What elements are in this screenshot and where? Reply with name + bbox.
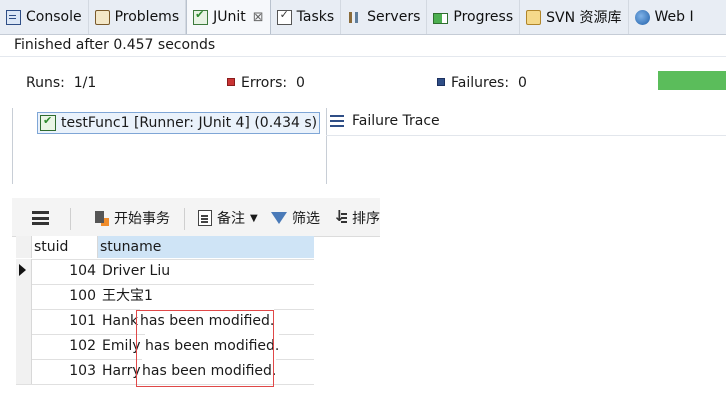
cell-stuname[interactable]: 王大宝1: [102, 284, 153, 309]
tab-progress-label: Progress: [453, 9, 514, 25]
test-passed-icon: [40, 114, 56, 131]
runs-counter: Runs: 1/1: [26, 74, 96, 92]
tab-junit-label: JUnit: [213, 9, 246, 25]
errors-label: Errors:: [241, 75, 288, 91]
junit-counters-panel: [0, 56, 726, 109]
failure-icon: [437, 78, 445, 86]
row-indicator: [16, 259, 32, 284]
cell-stuname[interactable]: Driver Liu: [102, 259, 170, 284]
tab-web[interactable]: Web I: [629, 0, 700, 34]
column-header-stuid[interactable]: stuid: [32, 236, 98, 258]
cell-stuid[interactable]: 101: [32, 309, 96, 334]
tab-tasks[interactable]: Tasks: [271, 0, 342, 34]
filter-label: 筛选: [292, 211, 320, 227]
junit-icon: [193, 8, 209, 25]
tab-console[interactable]: Console: [0, 0, 89, 34]
note-button[interactable]: 备注 ▼: [198, 208, 258, 228]
progress-icon: [433, 12, 449, 24]
tab-problems-label: Problems: [114, 9, 180, 25]
begin-transaction-button[interactable]: 开始事务: [93, 208, 170, 228]
tab-junit[interactable]: JUnit ⊠: [186, 0, 271, 34]
runs-value: 1/1: [73, 75, 97, 91]
servers-icon: [347, 9, 363, 25]
cell-stuname[interactable]: Harry: [102, 359, 141, 384]
failure-trace-header: Failure Trace: [330, 112, 440, 130]
toolbar-separator: [70, 208, 71, 230]
failures-counter: Failures: 0: [437, 74, 527, 92]
row-indicator: [16, 359, 32, 384]
test-tree-item-label: testFunc1 [Runner: JUnit 4] (0.434 s): [61, 115, 318, 131]
sort-button[interactable]: 排序: [333, 208, 380, 228]
tab-servers[interactable]: Servers: [341, 0, 428, 34]
tab-svn-repository[interactable]: SVN 资源库: [520, 0, 629, 34]
view-tab-bar: Console Problems JUnit ⊠ Tasks Servers P…: [0, 0, 726, 35]
begin-transaction-label: 开始事务: [114, 211, 170, 227]
tab-web-label: Web I: [654, 9, 694, 25]
stack-trace-icon: [330, 115, 344, 127]
tasks-icon: [276, 8, 292, 25]
cell-stuname[interactable]: Hank: [102, 309, 138, 334]
tab-svn-label: SVN 资源库: [546, 10, 622, 26]
row-header-corner: [16, 236, 32, 258]
test-progress-bar: [658, 71, 726, 90]
cell-stuid[interactable]: 102: [32, 334, 96, 359]
menu-icon: [32, 211, 49, 225]
data-toolbar: [12, 198, 380, 237]
sort-icon: [333, 208, 347, 226]
status-message: Finished after 0.457 seconds: [14, 37, 216, 53]
tab-tasks-label: Tasks: [296, 9, 335, 25]
note-icon: [198, 210, 212, 226]
failures-label: Failures:: [451, 75, 510, 91]
cell-stuid[interactable]: 103: [32, 359, 96, 384]
errors-counter: Errors: 0: [227, 74, 305, 92]
cell-stuid[interactable]: 100: [32, 284, 96, 309]
test-tree-item[interactable]: testFunc1 [Runner: JUnit 4] (0.434 s): [37, 112, 321, 134]
cell-stuname[interactable]: Emily: [102, 334, 141, 359]
sort-label: 排序: [352, 211, 380, 227]
row-indicator: [16, 309, 32, 334]
toolbar-separator: [184, 208, 185, 230]
tab-problems[interactable]: Problems: [89, 0, 187, 34]
problems-icon: [94, 9, 110, 25]
tab-progress[interactable]: Progress: [427, 0, 521, 34]
svn-repository-icon: [526, 9, 542, 25]
tab-console-label: Console: [26, 9, 82, 25]
filter-icon: [271, 212, 287, 224]
highlight-box: [136, 310, 274, 387]
chevron-down-icon[interactable]: ▼: [250, 213, 258, 224]
console-icon: [6, 9, 21, 25]
runs-label: Runs:: [26, 75, 65, 91]
row-indicator: [16, 334, 32, 359]
failure-trace-divider: [326, 135, 726, 136]
failure-trace-label: Failure Trace: [352, 113, 440, 129]
failures-value: 0: [517, 75, 527, 91]
cell-stuid[interactable]: 104: [32, 259, 96, 284]
note-label: 备注: [217, 211, 245, 227]
transaction-icon: [93, 210, 109, 226]
error-icon: [227, 78, 235, 86]
close-icon[interactable]: ⊠: [253, 10, 264, 25]
web-icon: [634, 9, 650, 25]
filter-button[interactable]: 筛选: [271, 208, 320, 228]
row-indicator: [16, 284, 32, 309]
current-row-icon: [19, 264, 26, 276]
menu-button[interactable]: [32, 208, 49, 228]
errors-value: 0: [296, 75, 305, 91]
tab-servers-label: Servers: [367, 9, 421, 25]
column-header-stuname[interactable]: stuname: [98, 236, 314, 258]
